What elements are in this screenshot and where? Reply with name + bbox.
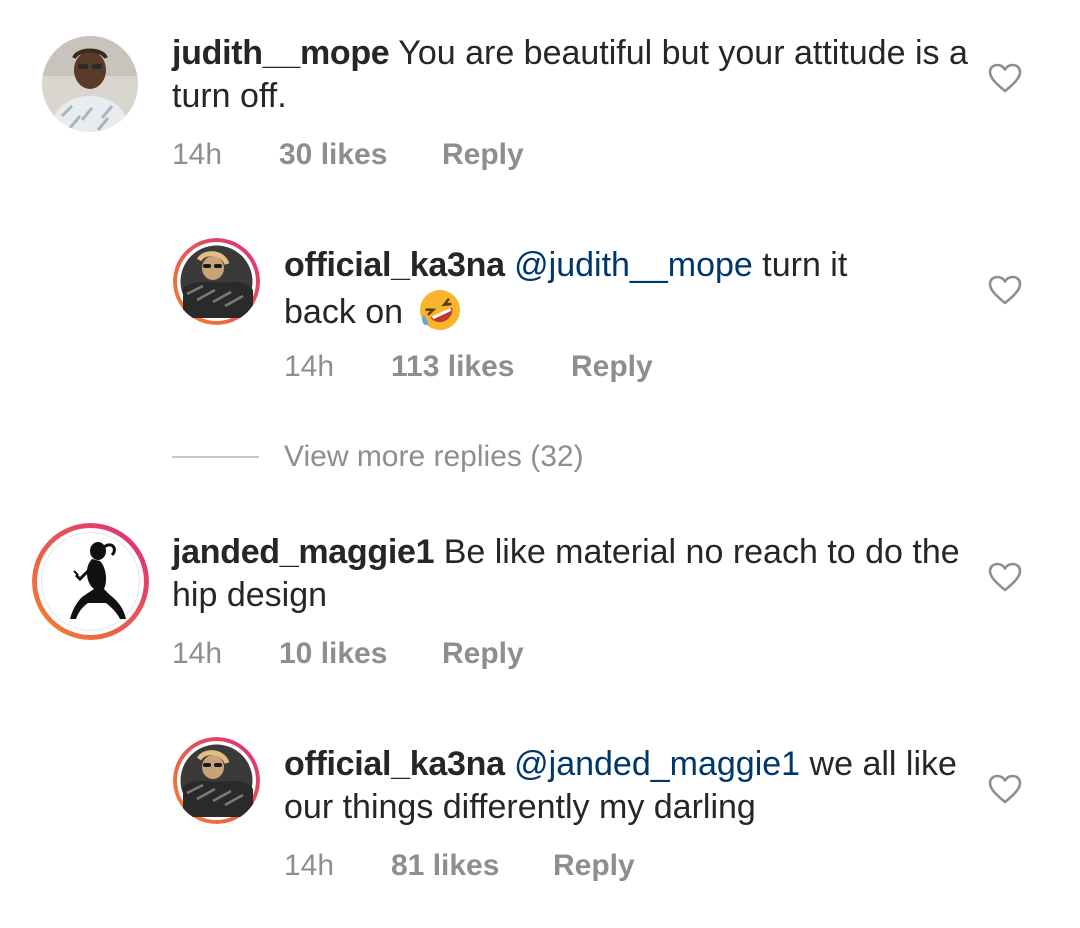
comment-username[interactable]: judith__mope	[172, 34, 390, 72]
comment-likes[interactable]: 10 likes	[279, 636, 387, 672]
divider	[172, 456, 259, 458]
heart-icon[interactable]	[988, 275, 1022, 305]
avatar[interactable]	[32, 523, 149, 640]
avatar-photo-man	[42, 36, 138, 132]
reply-text: official_ka3na @judith__mope turn it bac…	[284, 244, 924, 334]
reply-time: 14h	[284, 350, 335, 383]
comment-likes[interactable]: 30 likes	[279, 137, 387, 173]
reply-username[interactable]: official_ka3na	[284, 745, 505, 783]
view-more-replies-label: View more replies (32)	[284, 440, 584, 473]
comment-time: 14h	[172, 637, 223, 670]
avatar-photo-woman	[173, 737, 260, 824]
avatar[interactable]	[42, 36, 138, 132]
heart-icon[interactable]	[988, 63, 1022, 93]
reply-button[interactable]: Reply	[442, 636, 524, 672]
heart-icon[interactable]	[988, 562, 1022, 592]
heart-icon[interactable]	[988, 774, 1022, 804]
comment-time: 14h	[172, 138, 223, 171]
avatar[interactable]	[173, 238, 260, 325]
mention-link[interactable]: @judith__mope	[514, 246, 753, 284]
reply-likes[interactable]: 81 likes	[391, 848, 499, 884]
reply-text: official_ka3na @janded_maggie1 we all li…	[284, 743, 964, 829]
avatar[interactable]	[173, 737, 260, 824]
comment-text: judith__mope You are beautiful but your …	[172, 32, 972, 118]
comments-section: judith__mope You are beautiful but your …	[0, 0, 1080, 928]
reply-time: 14h	[284, 849, 335, 882]
comment-text: janded_maggie1 Be like material no reach…	[172, 531, 972, 617]
reply-button[interactable]: Reply	[442, 137, 524, 173]
reply-button[interactable]: Reply	[553, 848, 635, 884]
rofl-emoji-icon	[417, 287, 463, 333]
reply-likes[interactable]: 113 likes	[391, 349, 514, 385]
avatar-silhouette-woman	[32, 523, 149, 640]
avatar-photo-woman	[173, 238, 260, 325]
comment-username[interactable]: janded_maggie1	[172, 533, 435, 571]
reply-username[interactable]: official_ka3na	[284, 246, 505, 284]
mention-link[interactable]: @janded_maggie1	[514, 745, 800, 783]
reply-button[interactable]: Reply	[571, 349, 653, 385]
